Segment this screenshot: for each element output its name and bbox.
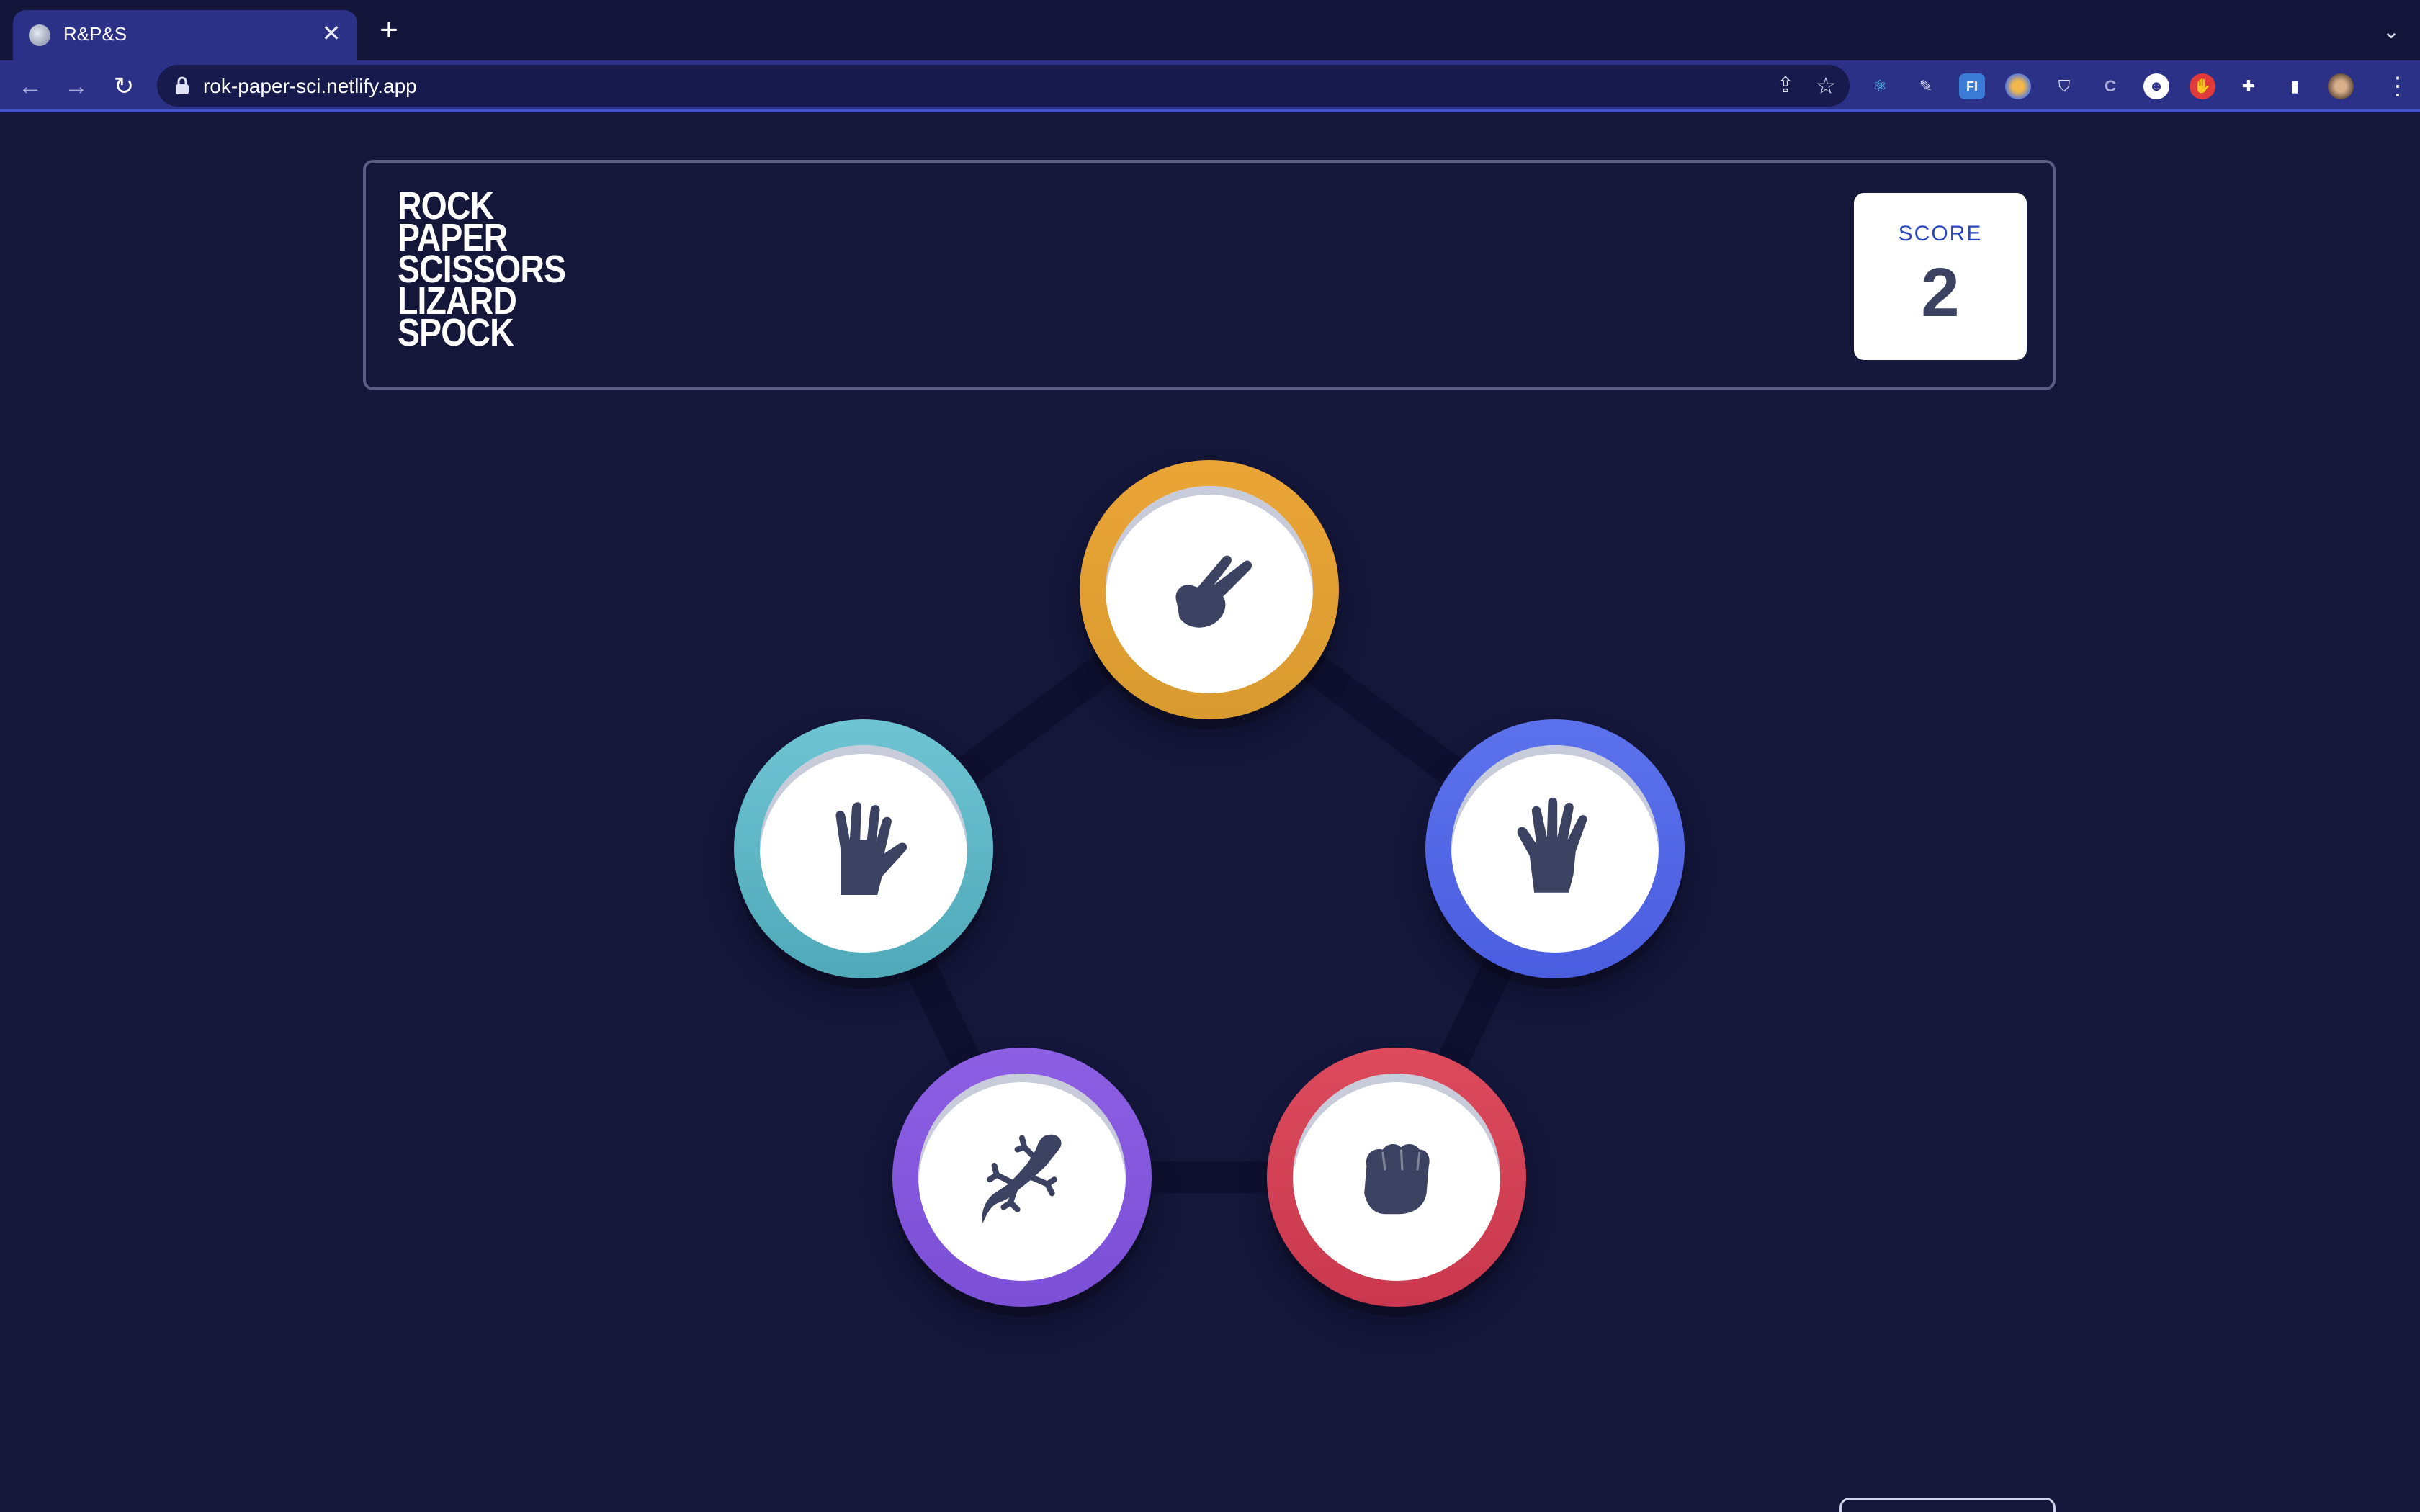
token-face	[1106, 486, 1313, 693]
pentagon-board	[848, 574, 1571, 1193]
token-face	[918, 1074, 1126, 1281]
rock-choice-button[interactable]: Rock	[1267, 1048, 1526, 1307]
token-face	[760, 745, 967, 953]
lizard-choice-button[interactable]: Lizard	[892, 1048, 1152, 1307]
rules-button[interactable]	[1839, 1498, 2056, 1512]
rock-fist-icon	[1364, 1143, 1430, 1215]
scissors-hand-icon	[1175, 555, 1252, 628]
paper-hand-icon	[1517, 797, 1587, 893]
paper-choice-button[interactable]: Paper	[1425, 719, 1685, 978]
token-face	[1451, 745, 1659, 953]
spock-choice-button[interactable]: Spock	[734, 719, 993, 978]
token-face	[1293, 1074, 1500, 1281]
scissors-choice-button[interactable]: Scissors	[1080, 460, 1339, 719]
lizard-icon	[982, 1134, 1062, 1223]
spock-hand-icon	[835, 802, 908, 895]
